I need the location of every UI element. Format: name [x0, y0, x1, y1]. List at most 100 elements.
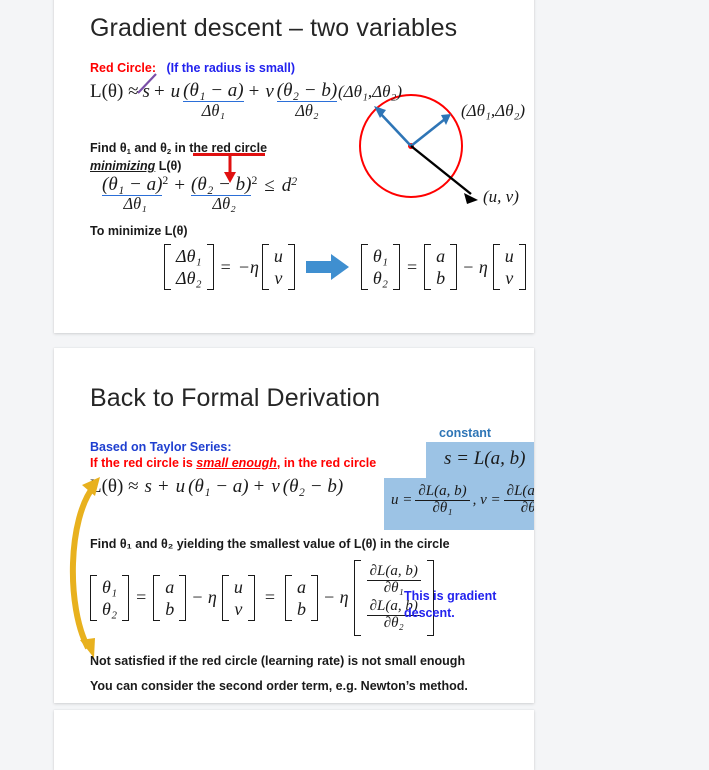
ab-b: b: [436, 268, 446, 289]
slide2-title: Back to Formal Derivation: [90, 384, 381, 412]
final-ab-matrix-2: a b: [285, 574, 318, 622]
u-partial-numerator: ∂L(a, b): [415, 483, 470, 501]
theta-1: θ₁: [372, 246, 389, 266]
slide1-constraint-inequality: (θ₁ − a)2 Δθ₁ + (θ₂ − b)2 Δθ₂ ≤ d2: [102, 174, 297, 212]
final-b-1: b: [165, 598, 175, 619]
delta-theta-matrix: Δθ₁ Δθ₂: [164, 244, 214, 291]
final-equals-2: =: [264, 587, 275, 608]
to-minimize-line: To minimize L(θ): [90, 224, 188, 238]
delta-theta-2: Δθ₂: [176, 268, 202, 289]
constraint-term1-label: Δθ₁: [123, 193, 147, 213]
final-equals-1: =: [136, 587, 147, 608]
taylor-lhs: L(θ) ≈: [90, 81, 139, 102]
note-not-satisfied: Not satisfied if the red circle (learnin…: [90, 654, 466, 668]
uv1-u: u: [273, 246, 283, 266]
final-u: u: [233, 576, 243, 597]
ab-matrix: a b: [424, 244, 458, 291]
slide1-title: Gradient descent – two variables: [90, 14, 458, 42]
approx-s: s: [144, 476, 152, 497]
constraint-sup-1: 2: [162, 173, 169, 187]
right-block-arrow-icon: [305, 252, 350, 282]
approx-u: u: [175, 476, 186, 497]
taylor-term2-expr: (θ₂ − b): [276, 80, 338, 102]
taylor-term2-label: Δθ₂: [295, 100, 319, 120]
minimizing-rest: L(θ): [155, 159, 182, 173]
uv2-u: u: [504, 246, 514, 266]
slide-next-partial[interactable]: [54, 710, 534, 770]
radius-note: (If the radius is small): [166, 61, 295, 75]
gradient-1-numerator: ∂L(a, b): [366, 563, 421, 581]
slide1-update-equation: Δθ₁ Δθ₂ = −η u v θ₁ θ₂ = a b − η u v: [164, 244, 526, 291]
diagram-label-right: (Δθ₁,Δθ₂): [461, 101, 526, 120]
v-partial-numerator: ∂L(a, b): [503, 483, 534, 501]
find-smallest-value-line: Find θ₁ and θ₂ yielding the smallest val…: [90, 537, 450, 551]
constraint-term1-expr: (θ₁ − a)2: [102, 173, 169, 196]
uv-matrix-1: u v: [261, 244, 295, 291]
slide2-final-equation: θ₁ θ₂ = a b − η u v = a b − η ∂L(a, b) ∂…: [90, 560, 435, 636]
u-partial-denominator: ∂θ₁: [432, 499, 453, 516]
final-minus-eta-2: − η: [323, 587, 349, 608]
red-circle-label-group: Red Circle: (If the radius is small): [90, 61, 295, 75]
final-ab-matrix-1: a b: [153, 574, 187, 622]
slide-gradient-descent-two-variables[interactable]: Gradient descent – two variables Red Cir…: [54, 0, 534, 333]
taylor-term1-label: Δθ₁: [201, 100, 226, 120]
constraint-plus: +: [174, 174, 186, 196]
delta-theta-1: Δθ₁: [176, 246, 202, 266]
update-equals-1: =: [220, 256, 231, 277]
uv1-v: v: [274, 268, 283, 289]
approx-term-1: (θ₁ − a): [188, 476, 249, 497]
v-partial-fraction: ∂L(a, b) ∂θ₂: [503, 483, 534, 517]
slide2-taylor-approximation: L(θ) ≈ s + u (θ₁ − a) + v (θ₂ − b): [90, 476, 343, 498]
minus-eta-1: −η: [237, 256, 259, 277]
gradient-note-line-1: This is gradient: [404, 589, 497, 603]
note-second-order: You can consider the second order term, …: [90, 679, 468, 693]
taylor-series-heading: Based on Taylor Series:: [90, 440, 232, 454]
uv2-v: v: [505, 268, 514, 289]
taylor-u: u: [170, 81, 181, 102]
uv-u-equals: u =: [391, 491, 413, 508]
gold-curved-arrow-icon: [62, 466, 106, 666]
slide1-taylor-expansion: L(θ) ≈ s + u (θ₁ − a) Δθ₁ + v (θ₂ − b) Δ…: [90, 73, 338, 120]
constant-label: constant: [439, 426, 492, 440]
red-circle-diagram: (Δθ₁,Δθ₂) (Δθ₁,Δθ₂) (u, v): [338, 74, 534, 226]
taylor-s-struck-wrap: s: [136, 73, 157, 103]
constraint-term-2: (θ₂ − b)2 Δθ₂: [191, 173, 258, 213]
slide-back-to-formal-derivation[interactable]: Back to Formal Derivation Based on Taylo…: [54, 348, 534, 703]
uv-v-equals: , v =: [472, 491, 501, 508]
minus-eta-2: − η: [462, 256, 488, 277]
final-uv-matrix: u v: [221, 574, 255, 622]
s-definition-text: s = L(a, b): [444, 448, 526, 469]
ab-a: a: [436, 246, 446, 266]
final-v: v: [234, 598, 243, 619]
approx-plus-2: +: [253, 476, 265, 497]
constraint-term2-label: Δθ₂: [212, 193, 236, 213]
diagram-label-left: (Δθ₁,Δθ₂): [338, 82, 403, 101]
strike-through-mark: [135, 72, 159, 96]
taylor-term-2: (θ₂ − b) Δθ₂: [276, 80, 338, 120]
s-definition: s = L(a, b): [444, 448, 525, 470]
uv-matrix-2: u v: [492, 244, 526, 291]
theta-2: θ₂: [372, 268, 389, 289]
constraint-sup-2: 2: [251, 173, 258, 187]
find-line-part1: Find θ: [90, 141, 127, 155]
taylor-term1-expr: (θ₁ − a): [183, 80, 244, 102]
taylor-term-1: (θ₁ − a) Δθ₁: [183, 80, 244, 120]
slide-deck-page: Gradient descent – two variables Red Cir…: [0, 0, 709, 770]
constraint-relation: ≤: [264, 174, 275, 196]
constraint-d-sup: 2: [291, 174, 298, 188]
final-a-1: a: [165, 576, 175, 597]
red-circle-condition: If the red circle is small enough, in th…: [90, 456, 376, 470]
constraint-term2-expr: (θ₂ − b)2: [191, 173, 258, 196]
cond-post: , in the red circle: [276, 456, 377, 470]
approx-v: v: [271, 476, 280, 497]
final-b-2: b: [297, 598, 306, 619]
final-minus-eta-1: − η: [191, 587, 217, 608]
gradient-descent-note: This is gradient descent.: [404, 588, 514, 622]
v-partial-denominator: ∂θ₂: [520, 499, 534, 516]
approx-plus-1: +: [157, 476, 169, 497]
taylor-plus-2: +: [248, 81, 260, 102]
cond-emphasis: small enough: [196, 456, 277, 470]
update-equals-2: =: [407, 256, 418, 277]
find-line-part2: and θ: [130, 141, 167, 155]
minimizing-line: minimizing L(θ): [90, 159, 181, 173]
